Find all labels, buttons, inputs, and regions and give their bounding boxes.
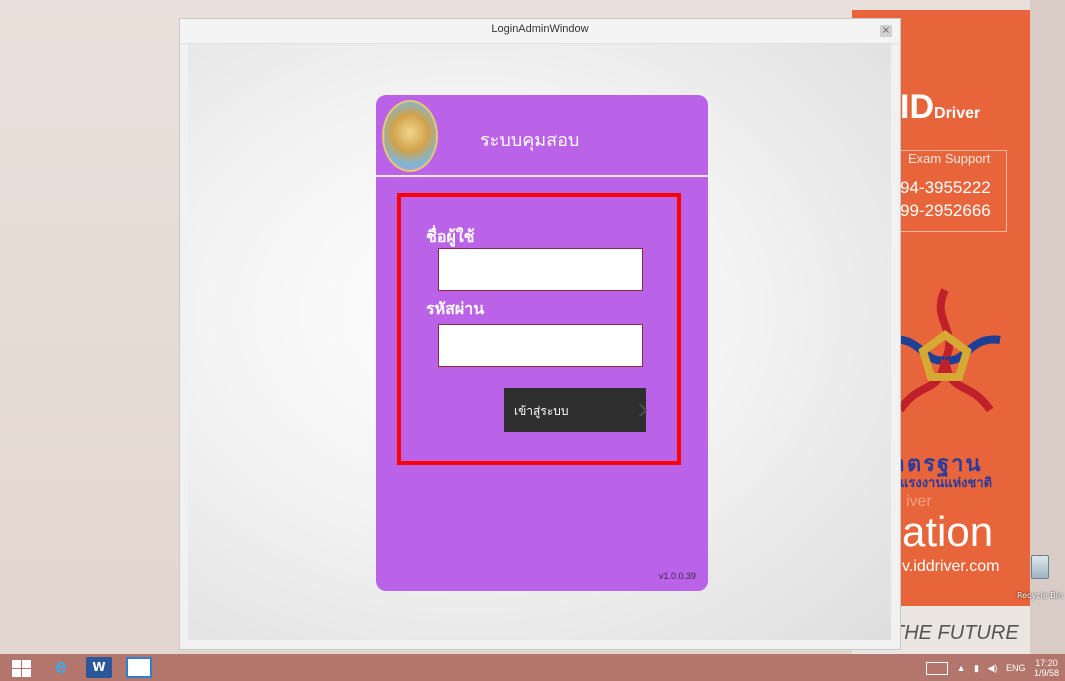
username-label: ชื่อผู้ใช้ [426,229,475,246]
login-button-label: เข้าสู่ระบบ [514,404,569,418]
clock-time: 17:20 [1035,658,1058,668]
network-icon[interactable]: ▮ [974,663,979,674]
version-label: v1.0.0.39 [658,571,696,581]
password-label: รหัสผ่าน [426,301,485,318]
login-title: ระบบคุมสอบ [480,130,580,150]
login-card: ระบบคุมสอบ ชื่อผู้ใช้ รหัสผ่าน เข้าสู่ระ… [376,95,708,591]
start-icon[interactable] [8,657,34,678]
recycle-bin-shortcut[interactable]: Recycle Bin [1016,555,1064,600]
username-input[interactable] [438,248,643,291]
window-client-area: ระบบคุมสอบ ชื่อผู้ใช้ รหัสผ่าน เข้าสู่ระ… [188,44,891,640]
keyboard-icon[interactable] [926,661,949,675]
language-indicator[interactable]: ENG [1006,663,1026,673]
support-title: Exam Support [905,151,994,166]
window-app-icon[interactable] [126,657,152,678]
password-input[interactable] [438,324,643,367]
login-admin-window: LoginAdminWindow × ระบบคุมสอบ ชื่อผู้ใช้… [179,18,901,650]
taskbar: e W ▲ ▮ ◀) ENG 17:20 1/9/58 [0,654,1065,681]
word-icon[interactable]: W [86,657,112,678]
window-titlebar[interactable]: LoginAdminWindow × [180,19,900,44]
internet-explorer-icon[interactable]: e [48,657,74,678]
login-button[interactable]: เข้าสู่ระบบ ›› [504,388,648,432]
phone-number-1: 94-3955222 [900,178,991,197]
tray-expand-icon[interactable]: ▲ [957,663,966,673]
brand-logo: IDDriver [900,88,981,126]
volume-icon[interactable]: ◀) [988,663,998,674]
recycle-bin-icon [1031,555,1049,579]
clock-date: 1/9/58 [1033,668,1059,678]
close-button[interactable]: × [880,25,892,37]
window-title: LoginAdminWindow [491,23,589,35]
wallpaper-website: v.iddriver.com [902,558,1000,575]
phone-number-2: 99-2952666 [900,201,991,220]
login-card-header: ระบบคุมสอบ [376,95,708,177]
department-seal-icon [382,100,438,172]
system-tray: ▲ ▮ ◀) ENG 17:20 1/9/58 [920,658,1059,678]
recycle-bin-label: Recycle Bin [1016,591,1064,600]
wallpaper-slogan: THE FUTURE [892,622,1019,644]
clock[interactable]: 17:20 1/9/58 [1034,658,1059,678]
wallpaper-tagline-big: ation [902,508,994,555]
